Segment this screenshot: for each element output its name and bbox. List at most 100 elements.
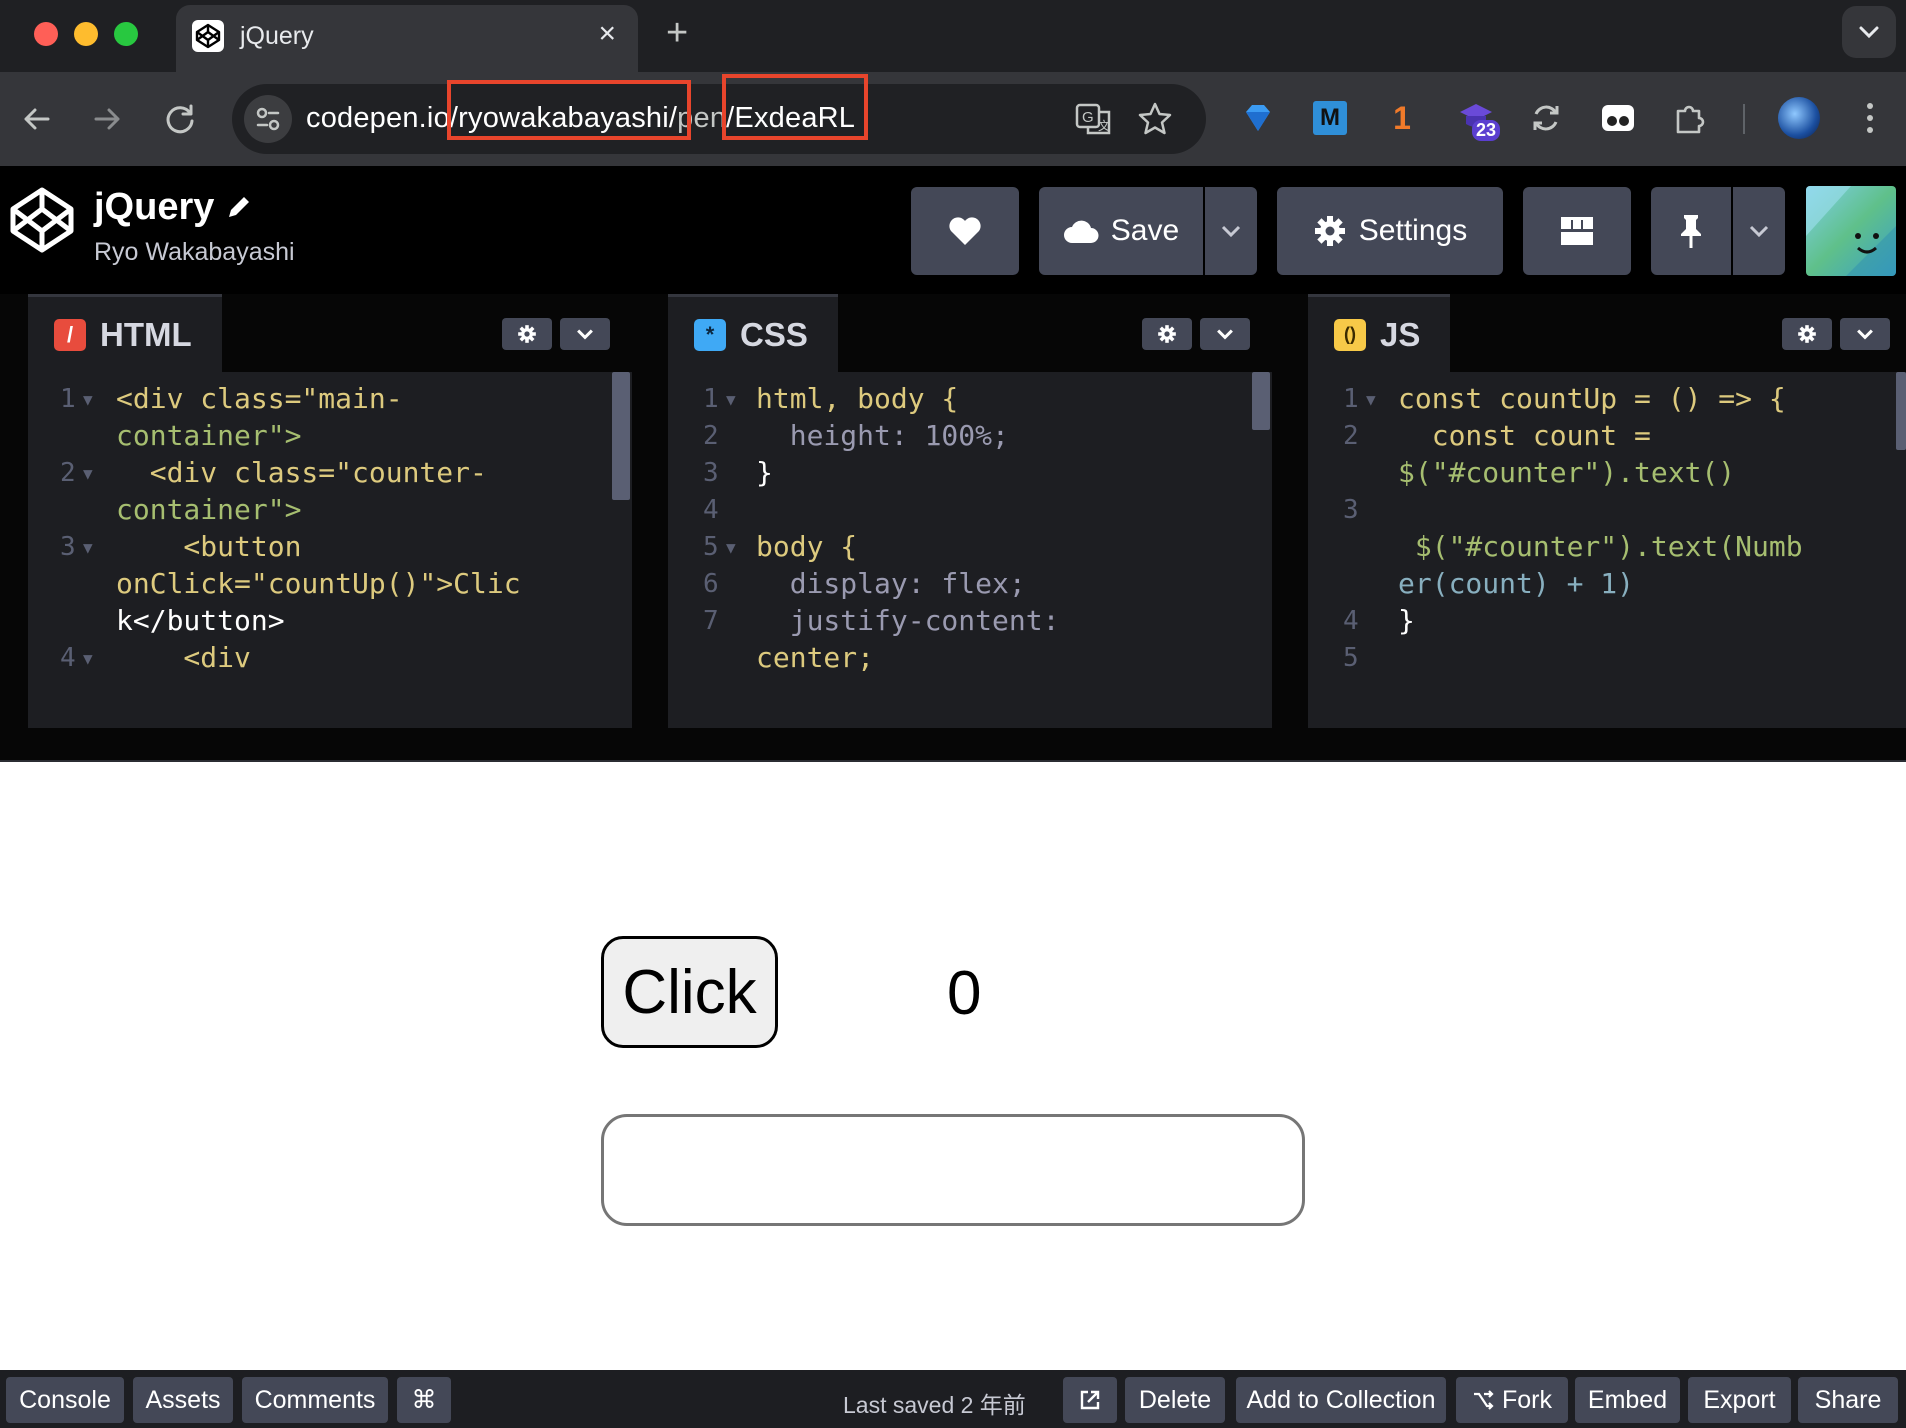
codepen-footer: Console Assets Comments ⌘ Last saved 2 年…	[0, 1370, 1906, 1428]
settings-button[interactable]: Settings	[1277, 187, 1503, 275]
maximize-window-icon[interactable]	[114, 22, 138, 46]
click-button[interactable]: Click	[601, 936, 778, 1048]
site-info-icon[interactable]	[244, 95, 292, 143]
toolbar-divider	[1743, 104, 1745, 134]
counter-value: 0	[947, 959, 982, 1028]
codepen-logo-icon[interactable]	[6, 184, 78, 256]
pin-button[interactable]	[1651, 187, 1731, 275]
js-editor-title: JS	[1380, 315, 1421, 353]
css-settings-button[interactable]	[1142, 318, 1192, 350]
open-external-button[interactable]	[1063, 1377, 1117, 1423]
close-tab-icon[interactable]: ×	[598, 19, 616, 49]
code-line: const countUp = () => {	[1398, 382, 1786, 415]
fold-arrow-icon[interactable]: ▼	[83, 649, 93, 668]
codepen-header: jQuery Ryo Wakabayashi Save Settings	[0, 166, 1906, 294]
code-line: container">	[116, 493, 302, 526]
delete-button[interactable]: Delete	[1125, 1377, 1225, 1423]
browser-menu-icon[interactable]	[1846, 94, 1894, 142]
js-editor-tab[interactable]: () JS	[1308, 294, 1451, 372]
css-code[interactable]: 1 ▼ 2 3 4 5 ▼ 6 7 html, body { height: 100…	[668, 372, 1272, 728]
html-editor[interactable]: / HTML 1 ▼ 2 ▼ 3 ▼ 4 ▼ <div class="main- con…	[28, 294, 632, 728]
change-view-button[interactable]	[1523, 187, 1631, 275]
translate-icon[interactable]: G文	[1074, 100, 1112, 138]
html-editor-title: HTML	[100, 315, 192, 353]
line-number: 1	[1343, 384, 1359, 414]
console-button[interactable]: Console	[6, 1377, 124, 1423]
tab-search-button[interactable]	[1842, 6, 1896, 58]
browser-tab[interactable]: jQuery ×	[176, 5, 638, 72]
fork-button[interactable]: Fork	[1456, 1377, 1568, 1423]
fold-arrow-icon[interactable]: ▼	[1366, 390, 1376, 409]
new-tab-icon[interactable]: +	[666, 14, 688, 52]
preview-resize-bar[interactable]	[0, 728, 1906, 762]
js-editor-header: () JS	[1308, 294, 1906, 372]
pen-author[interactable]: Ryo Wakabayashi	[94, 238, 295, 267]
bookmark-star-icon[interactable]	[1136, 100, 1174, 138]
fold-arrow-icon[interactable]: ▼	[726, 390, 736, 409]
line-number: 5	[1343, 643, 1359, 673]
js-code[interactable]: 1 ▼ 2 3 4 5 const countUp = () => { const…	[1308, 372, 1906, 728]
export-button[interactable]: Export	[1688, 1377, 1791, 1423]
minimize-window-icon[interactable]	[74, 22, 98, 46]
pen-title[interactable]: jQuery	[94, 186, 214, 229]
html-badge-icon: /	[54, 318, 86, 351]
fold-arrow-icon[interactable]: ▼	[726, 538, 736, 557]
gear-icon	[518, 325, 536, 343]
line-number: 3	[1343, 495, 1359, 525]
close-window-icon[interactable]	[34, 22, 58, 46]
profile-avatar-icon[interactable]	[1775, 94, 1823, 142]
fold-arrow-icon[interactable]: ▼	[83, 464, 93, 483]
code-line: justify-content:	[756, 604, 1060, 637]
gem-extension-icon[interactable]	[1234, 94, 1282, 142]
heart-icon	[949, 217, 981, 245]
number-extension-icon[interactable]: 1	[1378, 94, 1426, 142]
fold-arrow-icon[interactable]: ▼	[83, 390, 93, 409]
grad-cap-extension-icon[interactable]: 23	[1452, 94, 1501, 142]
js-editor[interactable]: () JS 1 ▼ 2 3 4 5 const countUp = () => {…	[1308, 294, 1906, 728]
css-editor[interactable]: * CSS 1 ▼ 2 3 4 5 ▼ 6 7 html, body { heigh…	[668, 294, 1272, 728]
embed-button[interactable]: Embed	[1575, 1377, 1680, 1423]
m-extension-label: M	[1313, 101, 1347, 135]
share-button[interactable]: Share	[1798, 1377, 1898, 1423]
html-editor-tab[interactable]: / HTML	[28, 294, 222, 372]
code-line: $("#counter").text(Numb	[1398, 530, 1803, 563]
html-settings-button[interactable]	[502, 318, 552, 350]
sync-extension-icon[interactable]	[1522, 94, 1570, 142]
address-bar[interactable]: codepen.io/ryowakabayashi/pen/ExdeaRL G文	[232, 84, 1206, 154]
line-number: 6	[703, 569, 719, 599]
fold-arrow-icon[interactable]: ▼	[83, 538, 93, 557]
comments-button[interactable]: Comments	[242, 1377, 388, 1423]
css-collapse-button[interactable]	[1200, 318, 1250, 350]
add-to-collection-button[interactable]: Add to Collection	[1236, 1377, 1446, 1423]
save-options-button[interactable]	[1205, 187, 1257, 275]
keyboard-shortcuts-button[interactable]: ⌘	[397, 1377, 451, 1423]
js-scrollbar[interactable]	[1896, 372, 1906, 450]
m-extension-icon[interactable]: M	[1306, 94, 1354, 142]
js-collapse-button[interactable]	[1840, 318, 1890, 350]
text-input[interactable]	[601, 1114, 1305, 1226]
save-button[interactable]: Save	[1039, 187, 1203, 275]
back-icon[interactable]	[14, 96, 60, 142]
forward-icon[interactable]	[84, 96, 130, 142]
url-host: codepen.io	[306, 102, 450, 134]
js-badge-icon: ()	[1334, 318, 1366, 351]
user-avatar[interactable]	[1806, 186, 1896, 276]
chevron-down-icon	[1859, 26, 1879, 39]
pin-options-button[interactable]	[1733, 187, 1785, 275]
html-scrollbar[interactable]	[612, 372, 630, 500]
assets-button[interactable]: Assets	[133, 1377, 233, 1423]
css-scrollbar[interactable]	[1252, 372, 1270, 430]
html-code[interactable]: 1 ▼ 2 ▼ 3 ▼ 4 ▼ <div class="main- container"…	[28, 372, 632, 728]
code-line: height: 100%;	[756, 419, 1009, 452]
puzzle-extensions-icon[interactable]	[1666, 94, 1714, 142]
code-line: container">	[116, 419, 302, 452]
reload-icon[interactable]	[157, 96, 203, 142]
css-editor-tab[interactable]: * CSS	[668, 294, 838, 372]
edit-pencil-icon[interactable]	[224, 192, 254, 222]
js-settings-button[interactable]	[1782, 318, 1832, 350]
love-button[interactable]	[911, 187, 1019, 275]
html-collapse-button[interactable]	[560, 318, 610, 350]
number-extension-label: 1	[1393, 99, 1411, 136]
result-preview: Click 0	[0, 762, 1906, 1370]
glasses-extension-icon[interactable]	[1594, 94, 1642, 142]
